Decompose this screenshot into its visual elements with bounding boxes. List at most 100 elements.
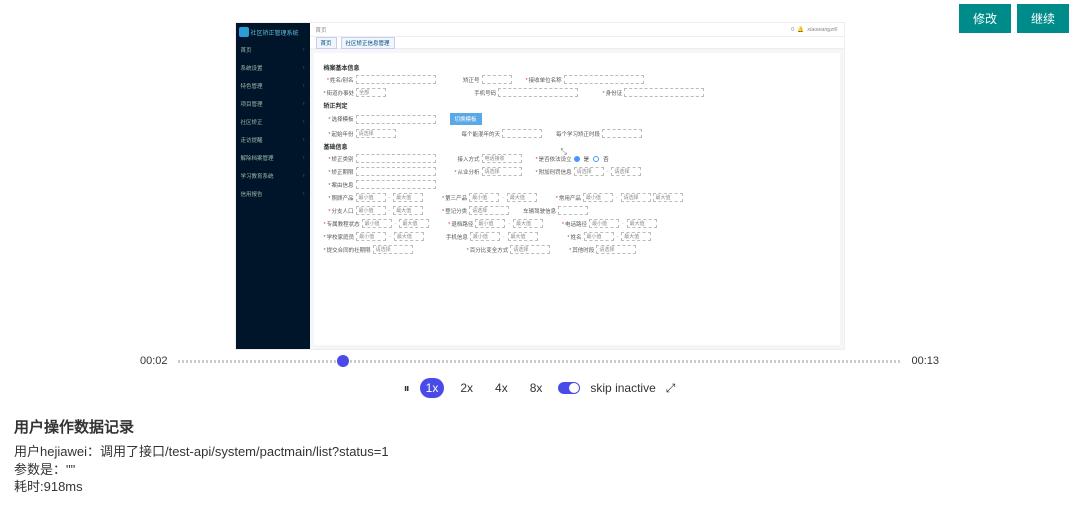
lbl-template: 选择模板 [324, 115, 354, 123]
input-street[interactable]: 全部 [356, 88, 386, 97]
tab-home[interactable]: 首页 [316, 37, 337, 49]
pause-icon[interactable]: ⏸ [404, 381, 410, 396]
nav-item-credit[interactable]: 信用报告› [236, 185, 310, 203]
input-caseinfo[interactable] [356, 180, 436, 189]
lbl-corrperiod: 矫正期限 [324, 168, 354, 176]
input-vehicle[interactable] [558, 206, 588, 215]
input-phone[interactable] [498, 88, 578, 97]
switch-template-button[interactable]: 切换模板 [450, 113, 482, 125]
input-submit-period[interactable]: 请选择 [373, 245, 413, 254]
input-name2a[interactable]: 最小值 [584, 232, 614, 241]
notif-count[interactable]: 0 [791, 27, 794, 33]
input-prod3-max[interactable]: 请选择 [621, 193, 651, 202]
nav-item-system[interactable]: 系统设置› [236, 59, 310, 77]
input-prod3-min[interactable]: 最小值 [583, 193, 613, 202]
tab-correction-info[interactable]: 社区矫正信息管理 [341, 37, 395, 49]
log-section: 用户操作数据记录 用户hejiawei：调用了接口/test-api/syste… [0, 412, 1079, 500]
lbl-corrno: 矫正号 [450, 76, 480, 84]
input-telpath1[interactable]: 最小值 [589, 219, 619, 228]
input-other-period[interactable]: 请选择 [596, 245, 636, 254]
input-unit[interactable] [564, 75, 644, 84]
lbl-corrtype: 矫正类别 [324, 155, 354, 163]
input-telpath2[interactable]: 最大值 [627, 219, 657, 228]
input-schoolfam1[interactable]: 最小值 [356, 232, 386, 241]
input-branchpop1[interactable]: 最小值 [356, 206, 386, 215]
time-end: 00:13 [911, 355, 939, 367]
lbl-prod3: 常用产品 [551, 194, 581, 202]
logo-icon [239, 27, 249, 37]
nav-item-home[interactable]: 首页› [236, 41, 310, 59]
input-prod1-max[interactable]: 最大值 [393, 193, 423, 202]
input-prod1-min[interactable]: 最小值 [356, 193, 386, 202]
input-corrno[interactable] [482, 75, 512, 84]
input-prod2-max[interactable]: 最大值 [507, 193, 537, 202]
input-name[interactable] [356, 75, 436, 84]
nav-item-edu[interactable]: 学习教育系统› [236, 167, 310, 185]
speed-1x[interactable]: 1x [420, 378, 445, 398]
input-tutorial2[interactable]: 最大值 [399, 219, 429, 228]
lbl-recvmode: 接入方式 [450, 155, 480, 163]
radio-legal[interactable]: 是 否 [574, 155, 609, 163]
lbl-startyear: 起始年份 [324, 130, 354, 138]
input-addpenalty2[interactable]: 请选择 [611, 167, 641, 176]
sidebar: 社区矫正管理系统 首页› 系统设置› 特色管理› 项目管理› 社区矫正› 走访提… [236, 23, 310, 349]
input-prod3-max2[interactable]: 最大值 [653, 193, 683, 202]
input-template[interactable] [356, 115, 436, 124]
nav-item-feature[interactable]: 特色管理› [236, 77, 310, 95]
lbl-other-period: 其他时段 [564, 246, 594, 254]
chevron-right-icon: › [303, 83, 305, 89]
input-schoolfam2[interactable]: 最大值 [394, 232, 424, 241]
input-studyslot[interactable] [602, 129, 642, 138]
input-percent[interactable]: 请选择 [510, 245, 550, 254]
expand-icon[interactable]: ⤢ [666, 381, 676, 396]
input-withdraw2[interactable]: 最大值 [513, 219, 543, 228]
replay-screenshot: 社区矫正管理系统 首页› 系统设置› 特色管理› 项目管理› 社区矫正› 走访提… [235, 22, 845, 350]
lbl-schoolfam: 学校家庭员 [324, 233, 355, 241]
input-mobileinfo1[interactable]: 最小值 [470, 232, 500, 241]
input-prod2-min[interactable]: 最小值 [469, 193, 499, 202]
input-regclass[interactable]: 请选择 [469, 206, 509, 215]
input-addpenalty1[interactable]: 请选择 [574, 167, 604, 176]
log-line-2: 参数是："" [14, 461, 1065, 479]
logo-text: 社区矫正管理系统 [251, 28, 299, 37]
username[interactable]: xiaowangzi6 [807, 27, 837, 33]
timeline: 00:02 00:13 [0, 350, 1079, 372]
input-branchpop2[interactable]: 最大值 [393, 206, 423, 215]
log-title: 用户操作数据记录 [14, 416, 1065, 437]
lbl-studyslot: 每个学习矫正时段 [556, 130, 600, 138]
time-start: 00:02 [140, 355, 168, 367]
radio-yes-label: 是 [584, 155, 590, 163]
radio-no-icon[interactable] [593, 156, 599, 162]
nav-item-visit[interactable]: 走访提醒› [236, 131, 310, 149]
skip-inactive-toggle[interactable] [558, 382, 580, 394]
lbl-caseinfo: 案由信息 [324, 181, 354, 189]
lbl-perday: 每个能混年的天 [462, 130, 501, 138]
bell-icon[interactable]: 🔔 [797, 27, 804, 33]
input-startyear[interactable]: 请选择 [356, 129, 396, 138]
input-idcard[interactable] [624, 88, 704, 97]
input-corrtype[interactable] [356, 154, 436, 163]
input-perday[interactable] [502, 129, 542, 138]
input-tutorial1[interactable]: 最小值 [362, 219, 392, 228]
lbl-regclass: 登记分类 [437, 207, 467, 215]
sep-dash: - [607, 169, 609, 175]
speed-4x[interactable]: 4x [489, 378, 514, 398]
nav-item-archive[interactable]: 解除档案管理› [236, 149, 310, 167]
speed-8x[interactable]: 8x [524, 378, 549, 398]
input-recvmode[interactable]: 电话接收 [482, 154, 522, 163]
input-withdraw1[interactable]: 最小值 [475, 219, 505, 228]
input-mobileinfo2[interactable]: 最大值 [508, 232, 538, 241]
lbl-employ: 从业分析 [450, 168, 480, 176]
input-employ[interactable]: 请选择 [482, 167, 522, 176]
top-bar: 首页 0 🔔 xiaowangzi6 [310, 23, 844, 37]
breadcrumb: 首页 [316, 26, 327, 34]
input-corrperiod[interactable] [356, 167, 436, 176]
speed-2x[interactable]: 2x [454, 378, 479, 398]
nav-item-correction[interactable]: 社区矫正› [236, 113, 310, 131]
radio-yes-icon[interactable] [574, 156, 580, 162]
input-name2b[interactable]: 最大值 [621, 232, 651, 241]
timeline-track[interactable] [178, 360, 902, 363]
timeline-knob[interactable] [337, 355, 349, 367]
nav-item-project[interactable]: 项目管理› [236, 95, 310, 113]
nav-label: 系统设置 [241, 64, 263, 72]
